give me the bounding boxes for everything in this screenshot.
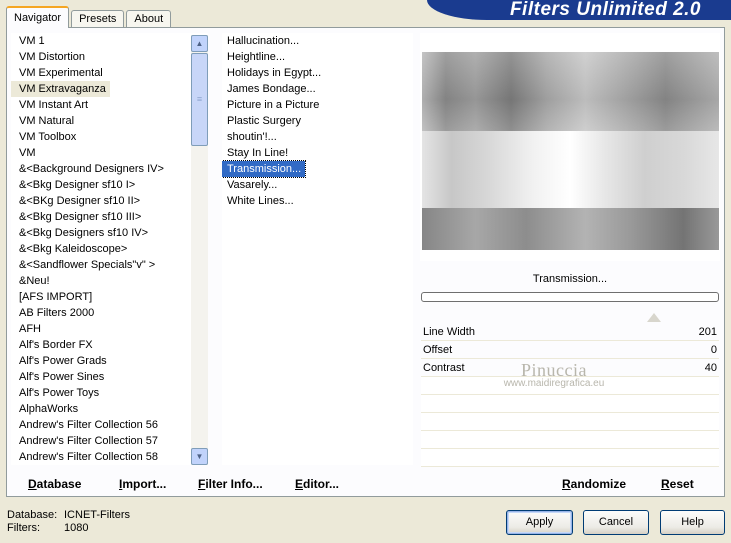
tab-presets[interactable]: Presets xyxy=(71,10,125,28)
category-item[interactable]: &Neu! xyxy=(11,273,208,289)
filter-item[interactable]: Holidays in Egypt... xyxy=(222,65,413,81)
category-item[interactable]: &<BKg Designer sf10 II> xyxy=(11,193,208,209)
param-label: Contrast xyxy=(423,362,465,374)
database-value: ICNET-Filters xyxy=(64,509,130,521)
param-empty-slot xyxy=(421,449,719,467)
param-label: Line Width xyxy=(423,326,475,338)
cancel-button[interactable]: Cancel xyxy=(583,510,649,535)
filter-item[interactable]: Plastic Surgery xyxy=(222,113,413,129)
category-item[interactable]: Andrew's Filter Collection 58 xyxy=(11,449,208,465)
category-item[interactable]: AB Filters 2000 xyxy=(11,305,208,321)
category-scrollbar[interactable]: ▲ ≡ ▼ xyxy=(191,35,208,465)
import-button[interactable]: Import... xyxy=(119,472,166,496)
category-item[interactable]: VM 1 xyxy=(11,33,208,49)
help-button[interactable]: Help xyxy=(660,510,725,535)
filter-item[interactable]: Stay In Line! xyxy=(222,145,413,161)
filter-item[interactable]: Hallucination... xyxy=(222,33,413,49)
tab-navigator[interactable]: Navigator xyxy=(6,6,70,28)
category-item[interactable]: Alf's Power Sines xyxy=(11,369,208,385)
filters-label: Filters: xyxy=(7,522,40,534)
category-item[interactable]: VM Extravaganza xyxy=(11,81,110,97)
filter-preview-image xyxy=(422,52,719,250)
category-item[interactable]: &<Bkg Designer sf10 III> xyxy=(11,209,208,225)
param-empty-slot xyxy=(421,413,719,431)
filter-item[interactable]: James Bondage... xyxy=(222,81,413,97)
scroll-down-button[interactable]: ▼ xyxy=(191,448,208,465)
param-empty-slot xyxy=(421,377,719,395)
category-item[interactable]: VM Distortion xyxy=(11,49,208,65)
category-item[interactable]: VM xyxy=(11,145,208,161)
filter-list[interactable]: Hallucination... Heightline... Holidays in… xyxy=(222,33,413,465)
database-button[interactable]: Database xyxy=(28,472,81,496)
category-list[interactable]: VM 1 VM Distortion VM Experimental VM Extra… xyxy=(11,33,208,465)
param-empty-slot xyxy=(421,395,719,413)
category-item[interactable]: Andrew's Filter Collection 56 xyxy=(11,417,208,433)
category-item[interactable]: &<Bkg Designers sf10 IV> xyxy=(11,225,208,241)
param-empty-slot xyxy=(421,431,719,449)
param-label: Offset xyxy=(423,344,453,356)
slider-thumb[interactable] xyxy=(647,313,661,322)
category-item[interactable]: &<Bkg Designer sf10 I> xyxy=(11,177,208,193)
filter-info-button[interactable]: Filter Info... xyxy=(198,472,263,496)
category-item[interactable]: &<Bkg Kaleidoscope> xyxy=(11,241,208,257)
database-label: Database: xyxy=(7,509,58,521)
category-item[interactable]: Alf's Border FX xyxy=(11,337,208,353)
status-area: Database: ICNET-Filters Filters: 1080 xyxy=(7,509,130,535)
param-value: 201 xyxy=(698,326,717,338)
reset-button[interactable]: Reset xyxy=(661,472,694,496)
editor-button[interactable]: Editor... xyxy=(295,472,339,496)
parameter-list: Line Width 201 Offset 0 Contrast 40 xyxy=(421,313,719,467)
filter-item[interactable]: shoutin'!... xyxy=(222,129,413,145)
param-line-width[interactable]: Line Width 201 xyxy=(421,313,719,341)
category-item[interactable]: AlphaWorks xyxy=(11,401,208,417)
filters-count: 1080 xyxy=(64,522,89,534)
preview-filter-name: Transmission... xyxy=(532,273,608,285)
category-item[interactable]: &<Background Designers IV> xyxy=(11,161,208,177)
category-item[interactable]: VM Experimental xyxy=(11,65,208,81)
tab-about[interactable]: About xyxy=(126,10,172,28)
scroll-thumb[interactable]: ≡ xyxy=(191,53,208,146)
category-item[interactable]: Alf's Power Grads xyxy=(11,353,208,369)
filter-item[interactable]: Vasarely... xyxy=(222,177,413,193)
filter-item[interactable]: Picture in a Picture xyxy=(222,97,413,113)
filter-item[interactable]: White Lines... xyxy=(222,193,413,209)
category-item[interactable]: Alf's Power Toys xyxy=(11,385,208,401)
param-value: 40 xyxy=(704,362,717,374)
randomize-button[interactable]: Randomize xyxy=(562,472,626,496)
category-item[interactable]: VM Natural xyxy=(11,113,208,129)
apply-button[interactable]: Apply xyxy=(506,510,573,535)
filter-item[interactable]: Heightline... xyxy=(222,49,413,65)
param-contrast[interactable]: Contrast 40 xyxy=(421,359,719,377)
filter-item[interactable]: Transmission... xyxy=(222,160,307,178)
tab-strip: Navigator Presets About xyxy=(6,6,173,28)
scroll-up-button[interactable]: ▲ xyxy=(191,35,208,52)
category-item[interactable]: Andrew's Filter Collection 57 xyxy=(11,433,208,449)
progress-bar xyxy=(421,292,719,302)
category-item[interactable]: VM Instant Art xyxy=(11,97,208,113)
param-offset[interactable]: Offset 0 xyxy=(421,341,719,359)
param-value: 0 xyxy=(710,344,717,356)
category-item[interactable]: [AFS IMPORT] xyxy=(11,289,208,305)
category-item[interactable]: VM Toolbox xyxy=(11,129,208,145)
app-banner: Filters Unlimited 2.0 xyxy=(427,0,731,20)
category-item[interactable]: AFH xyxy=(11,321,208,337)
category-item[interactable]: &<Sandflower Specials"v" > xyxy=(11,257,208,273)
